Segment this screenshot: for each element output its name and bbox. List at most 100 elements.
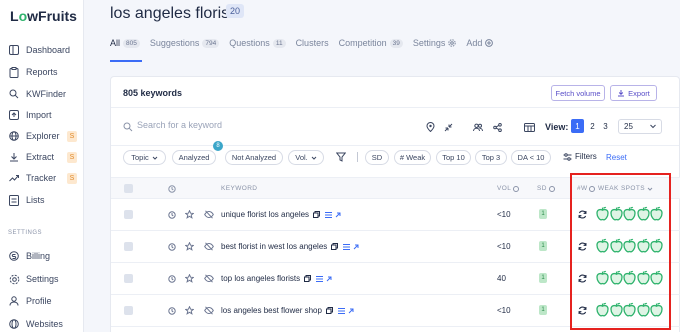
row-checkbox[interactable] bbox=[124, 242, 133, 251]
user-icon bbox=[8, 295, 20, 307]
sidebar-item-tracker[interactable]: Tracker S bbox=[8, 170, 80, 186]
tab-competition[interactable]: Competition 39 bbox=[339, 38, 403, 48]
clock-icon[interactable] bbox=[168, 275, 176, 283]
filters-button[interactable]: Filters bbox=[563, 152, 597, 161]
sidebar-item-websites[interactable]: Websites bbox=[8, 316, 80, 332]
reset-filters-link[interactable]: Reset bbox=[606, 153, 627, 162]
row-checkbox[interactable] bbox=[124, 274, 133, 283]
list-icon[interactable] bbox=[343, 243, 351, 250]
keyword-text[interactable]: best florist in west los angeles bbox=[221, 242, 327, 251]
filter-top-10[interactable]: Top 10 bbox=[436, 150, 471, 165]
sidebar-item-dashboard[interactable]: Dashboard bbox=[8, 42, 80, 58]
eye-off-icon[interactable] bbox=[204, 306, 214, 315]
search-icon bbox=[123, 122, 133, 132]
row-checkbox[interactable] bbox=[124, 306, 133, 315]
view-option-1[interactable]: 1 bbox=[571, 119, 584, 133]
star-icon[interactable] bbox=[185, 306, 194, 315]
sidebar-item-import[interactable]: Import bbox=[8, 107, 80, 123]
sliders-icon bbox=[563, 152, 572, 161]
upload-icon bbox=[8, 109, 20, 121]
per-page-select[interactable]: 25 bbox=[618, 119, 662, 134]
filter-top-3[interactable]: Top 3 bbox=[475, 150, 507, 165]
star-icon[interactable] bbox=[185, 242, 194, 251]
sidebar-item-lists[interactable]: Lists bbox=[8, 192, 80, 208]
active-tab-indicator bbox=[110, 60, 142, 62]
collapse-icon[interactable] bbox=[441, 120, 455, 134]
keyword-text[interactable]: los angeles best flower shop bbox=[221, 306, 322, 315]
list-icon[interactable] bbox=[325, 211, 333, 218]
tab-settings[interactable]: Settings bbox=[413, 38, 457, 48]
tab-clusters[interactable]: Clusters bbox=[296, 38, 329, 48]
tab-add[interactable]: Add bbox=[466, 38, 494, 48]
tab-questions[interactable]: Questions 11 bbox=[229, 38, 286, 48]
sidebar-item-explorer[interactable]: Explorer S bbox=[8, 128, 80, 144]
external-link-icon[interactable] bbox=[353, 244, 359, 250]
location-icon[interactable] bbox=[423, 120, 437, 134]
filter-sd[interactable]: SD bbox=[365, 150, 389, 165]
search-input[interactable] bbox=[137, 120, 337, 130]
premium-badge: S bbox=[67, 130, 77, 142]
select-all-checkbox[interactable] bbox=[124, 184, 133, 193]
view-option-2[interactable]: 2 bbox=[586, 119, 599, 133]
gear-icon bbox=[448, 39, 457, 47]
globe-icon bbox=[8, 318, 20, 330]
download-icon bbox=[8, 151, 20, 163]
sidebar-item-extract[interactable]: Extract S bbox=[8, 149, 80, 165]
sd-badge: 1 bbox=[539, 209, 547, 219]
column-sd[interactable]: SD bbox=[537, 185, 555, 192]
clock-icon[interactable] bbox=[168, 211, 176, 219]
eye-off-icon[interactable] bbox=[204, 242, 214, 251]
sd-badge: 1 bbox=[539, 241, 547, 251]
tab-all[interactable]: All 805 bbox=[110, 38, 140, 48]
filter-volume[interactable]: Vol. bbox=[288, 150, 324, 165]
filter-analyzed[interactable]: Analyzed bbox=[172, 150, 216, 165]
row-checkbox[interactable] bbox=[124, 210, 133, 219]
star-icon[interactable] bbox=[185, 210, 194, 219]
sidebar-item-billing[interactable]: Billing bbox=[8, 248, 80, 264]
gear-icon bbox=[8, 273, 20, 285]
star-icon[interactable] bbox=[185, 274, 194, 283]
users-icon[interactable] bbox=[471, 120, 485, 134]
column-keyword[interactable]: KEYWORD bbox=[221, 185, 257, 192]
share-icon[interactable] bbox=[490, 120, 504, 134]
sidebar-item-profile[interactable]: Profile bbox=[8, 293, 80, 309]
eye-off-icon[interactable] bbox=[204, 210, 214, 219]
list-icon[interactable] bbox=[316, 275, 324, 282]
copy-icon[interactable] bbox=[313, 211, 321, 218]
copy-icon[interactable] bbox=[325, 307, 333, 314]
sidebar-item-reports[interactable]: Reports bbox=[8, 64, 80, 80]
external-link-icon[interactable] bbox=[326, 276, 332, 282]
list-icon[interactable] bbox=[337, 307, 345, 314]
chevron-down-icon bbox=[152, 156, 158, 160]
sidebar-item-kwfinder[interactable]: KWFinder bbox=[8, 86, 80, 102]
clipboard-icon bbox=[8, 66, 20, 78]
copy-icon[interactable] bbox=[331, 243, 339, 250]
copy-icon[interactable] bbox=[304, 275, 312, 282]
table-view-icon[interactable] bbox=[522, 120, 536, 134]
download-icon bbox=[618, 90, 625, 97]
filter-weak[interactable]: # Weak bbox=[394, 150, 431, 165]
view-label: View: bbox=[545, 122, 569, 132]
external-link-icon[interactable] bbox=[348, 308, 354, 314]
keyword-text[interactable]: top los angeles florists bbox=[221, 274, 300, 283]
sidebar-item-label: Settings bbox=[26, 274, 59, 284]
clock-icon[interactable] bbox=[168, 307, 176, 315]
sidebar-item-settings[interactable]: Settings bbox=[8, 271, 80, 287]
external-link-icon[interactable] bbox=[335, 212, 341, 218]
export-button[interactable]: Export bbox=[610, 85, 657, 101]
filter-not-analyzed[interactable]: Not Analyzed bbox=[225, 150, 283, 165]
keyword-text[interactable]: unique florist los angeles bbox=[221, 210, 309, 219]
clock-icon[interactable] bbox=[168, 243, 176, 251]
view-option-3[interactable]: 3 bbox=[599, 119, 612, 133]
funnel-icon[interactable] bbox=[334, 150, 348, 164]
tab-suggestions[interactable]: Suggestions 794 bbox=[150, 38, 220, 48]
column-volume[interactable]: VOL bbox=[497, 185, 520, 192]
sidebar-item-label: Websites bbox=[26, 319, 63, 329]
fetch-volume-button[interactable]: Fetch volume bbox=[551, 85, 605, 101]
eye-off-icon[interactable] bbox=[204, 274, 214, 283]
sidebar: LowFruits Dashboard Reports KWFinder Imp… bbox=[0, 0, 84, 332]
keyword-count: 805 keywords bbox=[123, 88, 183, 98]
filter-topic[interactable]: Topic bbox=[123, 150, 166, 165]
filter-da-under-10[interactable]: DA < 10 bbox=[511, 150, 551, 165]
logo[interactable]: LowFruits bbox=[10, 8, 77, 24]
